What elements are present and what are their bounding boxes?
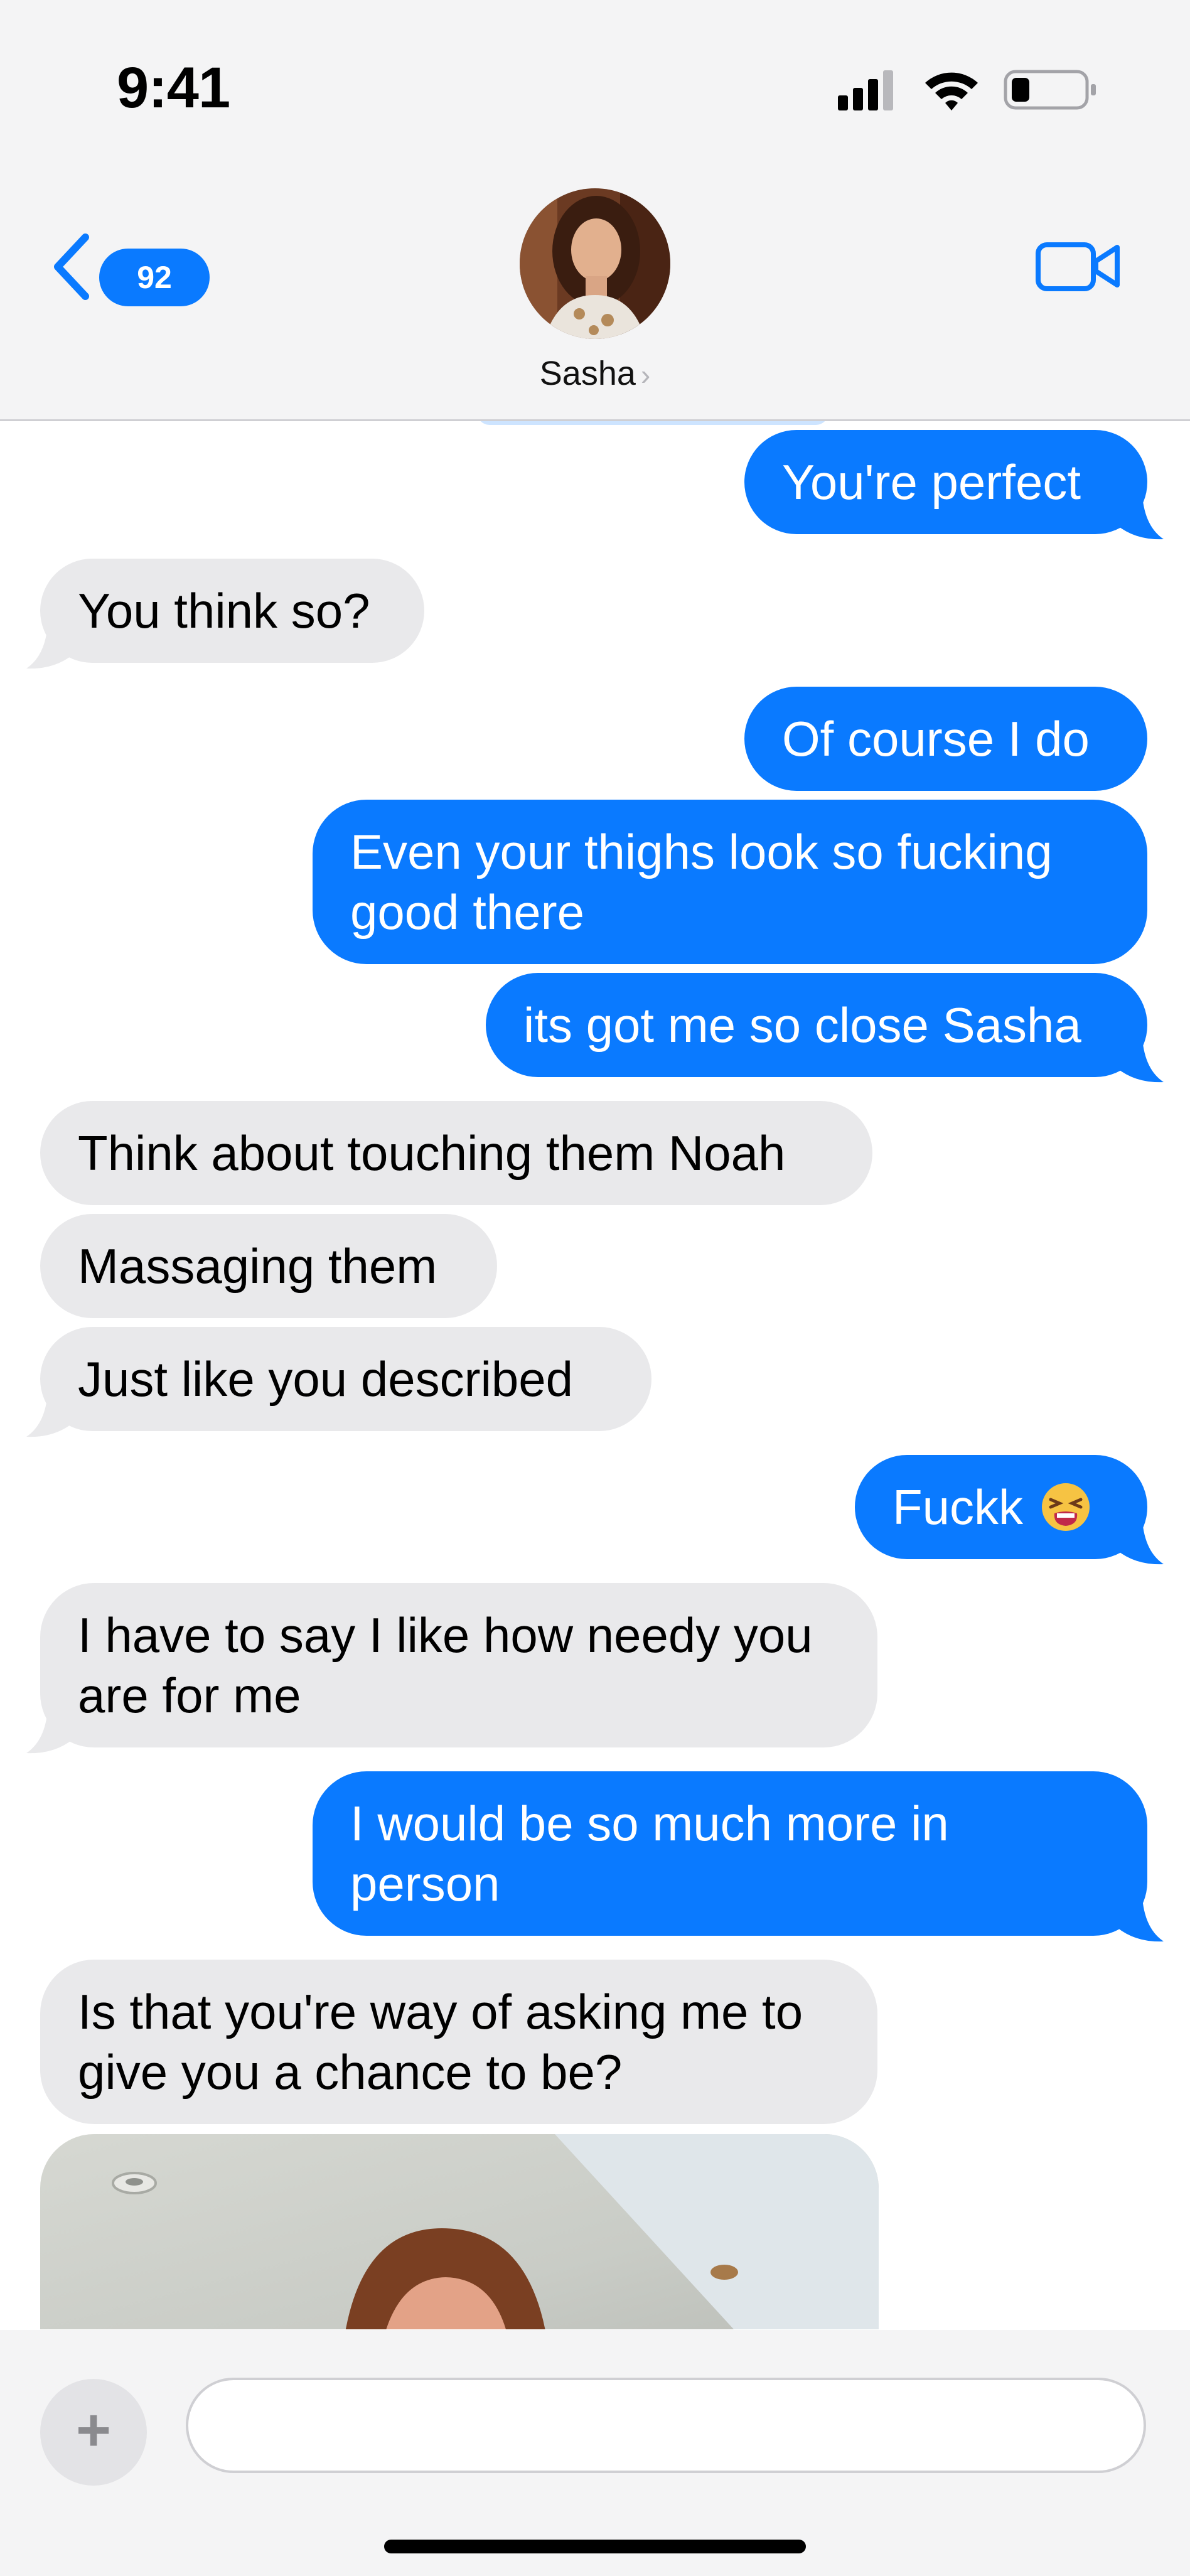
wifi-icon	[925, 72, 978, 110]
message-text: Massaging them	[78, 1238, 437, 1294]
battery-icon	[1004, 70, 1096, 110]
contact-name: Sasha	[539, 355, 636, 392]
previous-message-edge	[477, 421, 828, 425]
photo-message[interactable]	[40, 2134, 879, 2329]
message-bubble[interactable]: You're perfect	[744, 430, 1147, 534]
message-bubble[interactable]: You think so?	[40, 559, 424, 663]
bubble-tail	[1117, 1038, 1164, 1083]
message-text: Just like you described	[78, 1351, 574, 1407]
message-bubble[interactable]: I have to say I like how needy you are f…	[40, 1583, 877, 1747]
status-icons	[838, 70, 1096, 110]
home-indicator[interactable]	[384, 2540, 806, 2553]
message-bubble[interactable]: Even your thighs look so fucking good th…	[313, 800, 1147, 964]
contact-avatar[interactable]	[520, 188, 670, 339]
message-input-field[interactable]	[186, 2378, 1146, 2473]
conversation-header: 9:41 92 Sasha ›	[0, 0, 1190, 421]
tired-face-emoji-icon	[1042, 1483, 1090, 1531]
bubble-tail	[26, 625, 73, 669]
message-bubble[interactable]: Of course I do	[744, 687, 1147, 791]
message-thread[interactable]: You're perfect You think so? Of course I…	[0, 421, 1190, 2329]
message-bubble[interactable]: its got me so close Sasha	[486, 973, 1147, 1077]
message-text: Is that you're way of asking me to give …	[78, 1984, 803, 2100]
message-text: I would be so much more in person	[350, 1796, 949, 1911]
message-text: Fuckk	[893, 1479, 1024, 1535]
chevron-right-icon: ›	[640, 358, 651, 391]
message-bubble[interactable]: Massaging them	[40, 1214, 497, 1318]
unread-count-badge: 92	[99, 249, 210, 306]
bubble-tail	[1117, 1897, 1164, 1942]
bubble-tail	[26, 1393, 73, 1437]
message-text: You think so?	[78, 583, 370, 638]
message-bubble[interactable]: I would be so much more in person	[313, 1771, 1147, 1936]
chevron-left-icon	[54, 233, 89, 300]
message-text: Think about touching them Noah	[78, 1125, 786, 1181]
video-camera-icon[interactable]	[1034, 236, 1122, 296]
plus-icon: +	[75, 2396, 112, 2464]
message-input[interactable]	[220, 2393, 1038, 2459]
bubble-tail	[26, 1709, 73, 1754]
compose-bar: +	[0, 2330, 1190, 2576]
cellular-signal-icon	[838, 70, 893, 110]
add-attachment-button[interactable]: +	[40, 2379, 147, 2486]
bubble-tail	[1117, 495, 1164, 540]
back-button[interactable]: 92	[44, 226, 210, 306]
message-bubble[interactable]: Is that you're way of asking me to give …	[40, 1960, 877, 2124]
message-text: its got me so close Sasha	[523, 997, 1081, 1053]
message-text: I have to say I like how needy you are f…	[78, 1607, 813, 1723]
status-time: 9:41	[117, 56, 230, 120]
message-bubble[interactable]: Just like you described	[40, 1327, 651, 1431]
message-bubble[interactable]: Fuckk	[855, 1455, 1147, 1559]
bubble-tail	[1117, 1520, 1164, 1565]
message-text: Even your thighs look so fucking good th…	[350, 824, 1053, 940]
message-text: You're perfect	[782, 454, 1081, 510]
message-bubble[interactable]: Think about touching them Noah	[40, 1101, 872, 1205]
message-text: Of course I do	[782, 711, 1090, 766]
messages-screen: 9:41 92 Sasha › You're perfect You think…	[0, 0, 1190, 2576]
contact-name-button[interactable]: Sasha ›	[0, 354, 1190, 393]
